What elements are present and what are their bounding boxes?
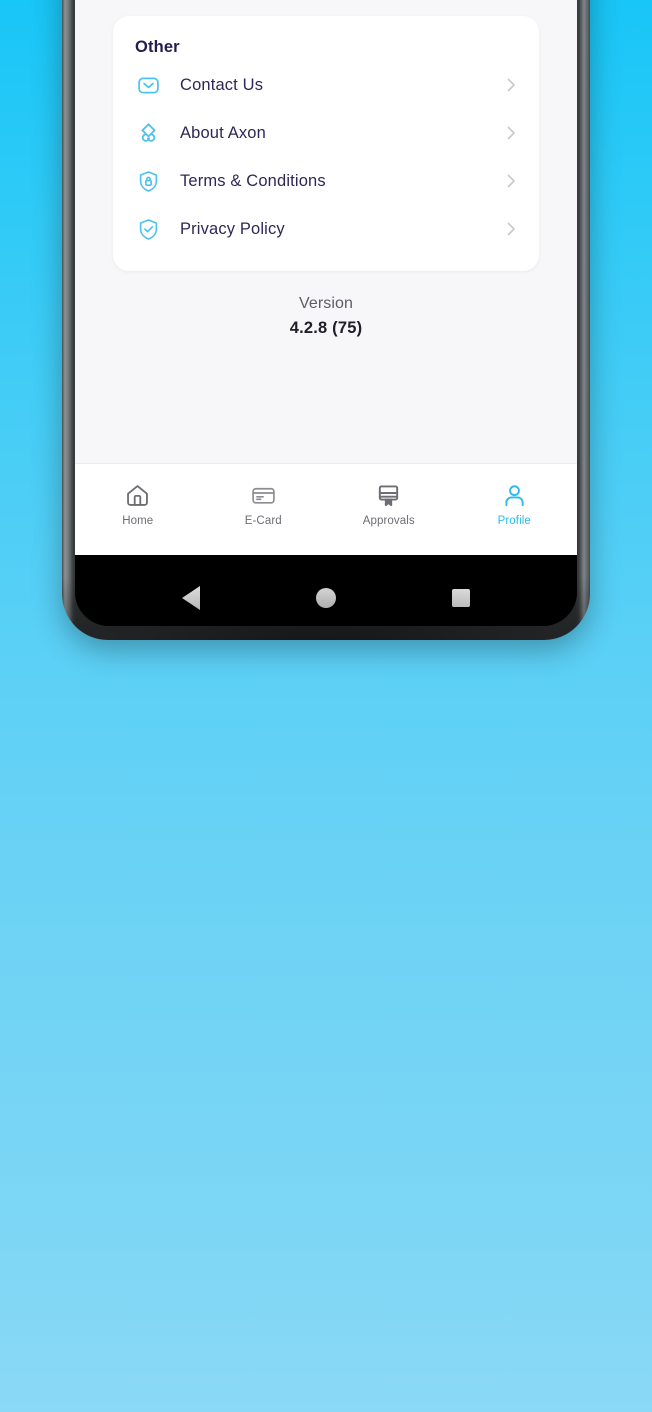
approvals-icon	[374, 480, 404, 510]
menu-item-privacy-policy-label: Privacy Policy	[180, 219, 285, 238]
shield-lock-icon	[135, 168, 161, 194]
tab-approvals[interactable]: Approvals	[326, 480, 452, 527]
version-label: Version	[298, 295, 354, 312]
version-number: 4.2.8 (75)	[289, 319, 363, 337]
menu-item-contact-us-label: Contact Us	[180, 75, 264, 94]
settings-scroll-area[interactable]: Language Other	[75, 0, 577, 463]
app-version-block: Version 4.2.8 (75)	[75, 295, 577, 338]
menu-item-terms-conditions-label: Terms & Conditions	[180, 171, 326, 190]
envelope-icon	[135, 72, 161, 98]
card-icon	[248, 480, 278, 510]
other-section-title: Other	[135, 38, 180, 56]
tab-home-label: Home	[122, 515, 154, 527]
axon-logo-icon	[135, 120, 161, 146]
other-section-card: Other Contact Us About Axon Terms & Cond…	[113, 16, 539, 271]
app-screen: Language Other	[75, 0, 577, 555]
menu-item-about-axon-label: About Axon	[180, 123, 266, 142]
menu-item-about-axon[interactable]: About Axon	[113, 109, 539, 157]
tab-approvals-label: Approvals	[362, 515, 415, 527]
chevron-right-icon	[503, 77, 519, 93]
menu-item-privacy-policy[interactable]: Privacy Policy	[113, 205, 539, 253]
menu-item-terms-conditions[interactable]: Terms & Conditions	[113, 157, 539, 205]
phone-display: Language Other	[75, 0, 577, 626]
chevron-right-icon	[503, 125, 519, 141]
tab-ecard-label: E-Card	[244, 515, 282, 527]
chevron-right-icon	[503, 173, 519, 189]
recents-square-icon[interactable]	[433, 575, 489, 621]
tab-home[interactable]: Home	[75, 480, 201, 527]
home-icon	[123, 480, 153, 510]
bottom-tab-bar: Home E-Card Approvals Profile	[75, 463, 577, 555]
chevron-right-icon	[503, 221, 519, 237]
person-icon	[499, 480, 529, 510]
menu-item-contact-us[interactable]: Contact Us	[113, 61, 539, 109]
back-triangle-icon[interactable]	[163, 575, 219, 621]
tab-profile[interactable]: Profile	[452, 480, 578, 527]
shield-check-icon	[135, 216, 161, 242]
home-circle-icon[interactable]	[298, 575, 354, 621]
phone-device-frame: Language Other	[62, 0, 590, 640]
android-navigation-bar	[75, 555, 577, 626]
tab-profile-label: Profile	[497, 515, 531, 527]
tab-ecard[interactable]: E-Card	[201, 480, 327, 527]
